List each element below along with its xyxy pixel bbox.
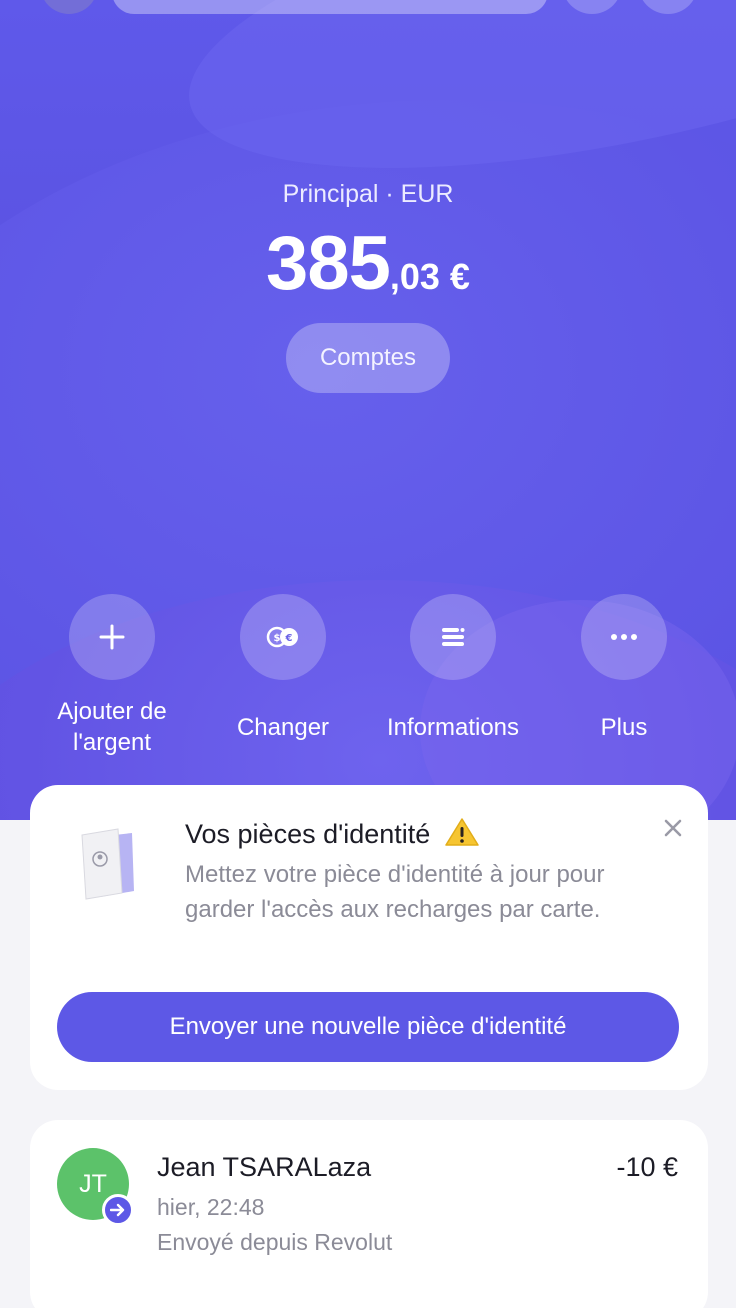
- warning-icon: [444, 817, 480, 850]
- plus-icon[interactable]: [69, 594, 155, 680]
- account-label: Principal · EUR: [282, 180, 454, 208]
- exchange-icon[interactable]: $ €: [240, 594, 326, 680]
- transaction-amount: -10 €: [616, 1152, 678, 1182]
- id-update-card: Vos pièces d'identité Mettez votre pièce…: [30, 785, 708, 1090]
- transaction-time: hier, 22:48: [157, 1194, 265, 1220]
- id-document-icon: [78, 827, 138, 901]
- profile-avatar[interactable]: [40, 0, 98, 14]
- balance-decimal: ,03 €: [389, 256, 470, 297]
- balance-integer: 385: [266, 221, 391, 306]
- outgoing-transfer-icon: [102, 1194, 134, 1226]
- action-exchange[interactable]: $ € Changer: [198, 594, 368, 743]
- action-label: Plus: [600, 714, 648, 741]
- svg-text:$: $: [274, 633, 281, 644]
- id-card-description: Mettez votre pièce d'identité à jour pou…: [185, 861, 605, 923]
- action-label: Changer: [236, 714, 330, 741]
- action-details[interactable]: Informations: [368, 594, 538, 743]
- transaction-description: Envoyé depuis Revolut: [157, 1229, 393, 1255]
- stats-icon[interactable]: [562, 0, 622, 14]
- more-icon[interactable]: [581, 594, 667, 680]
- accounts-button[interactable]: Comptes: [286, 323, 450, 393]
- send-id-button[interactable]: Envoyer une nouvelle pièce d'identité: [57, 992, 679, 1062]
- close-icon[interactable]: [664, 813, 682, 844]
- search-bar[interactable]: [112, 0, 548, 14]
- top-bar: [0, 0, 736, 14]
- quick-actions: Ajouter de l'argent $ € Changer Informat…: [0, 594, 736, 764]
- id-card-title-text: Vos pièces d'identité: [185, 819, 431, 849]
- action-label: Ajouter de l'argent: [57, 698, 167, 756]
- action-label: Informations: [386, 714, 520, 741]
- svg-text:€: €: [285, 633, 293, 644]
- details-icon[interactable]: [410, 594, 496, 680]
- action-more[interactable]: Plus: [539, 594, 709, 743]
- transaction-name: Jean TSARALaza: [157, 1152, 372, 1182]
- id-card-title: Vos pièces d'identité: [185, 817, 480, 850]
- action-add-money[interactable]: Ajouter de l'argent: [27, 594, 197, 758]
- account-hero: Principal · EUR 385,03 € Comptes Ajouter…: [0, 0, 736, 820]
- transaction-list: JT Jean TSARALaza -10 € hier, 22:48 Envo…: [30, 1120, 708, 1308]
- account-balance: 385,03 €: [0, 220, 736, 307]
- cards-icon[interactable]: [638, 0, 698, 14]
